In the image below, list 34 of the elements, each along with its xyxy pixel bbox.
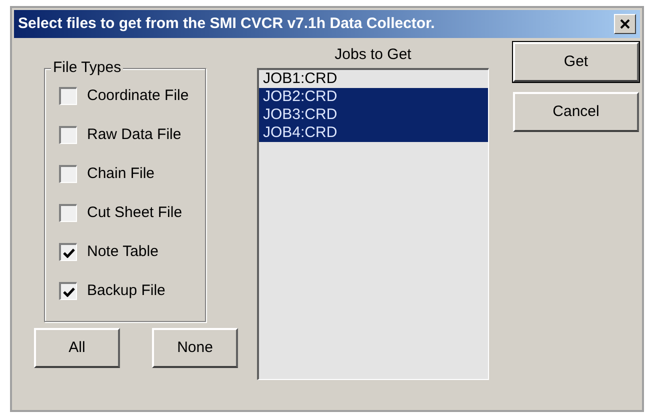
file-type-checkbox[interactable]: Cut Sheet File	[59, 202, 205, 224]
dialog-button[interactable]: Cancel	[513, 92, 639, 132]
checkbox[interactable]	[59, 204, 77, 222]
select-button[interactable]: All	[34, 328, 120, 368]
dialog-button[interactable]: Get	[513, 42, 639, 82]
checkbox-label: Cut Sheet File	[87, 202, 182, 223]
job-item[interactable]: JOB1:CRD	[259, 70, 488, 88]
checkbox[interactable]	[59, 243, 77, 261]
file-type-checkbox[interactable]: Coordinate File	[59, 85, 205, 107]
list-label: Jobs to Get	[334, 46, 412, 64]
checkbox-label: Note Table	[87, 242, 158, 262]
checkbox-label: Backup File	[87, 280, 166, 301]
checkbox-label: Chain File	[87, 164, 155, 184]
group-label: File Types	[51, 59, 124, 77]
checkbox[interactable]	[59, 282, 77, 300]
checkbox-label: Coordinate File	[87, 86, 189, 106]
window-title: Select files to get from the SMI CVCR v7.1h Data Collector.	[18, 14, 435, 34]
file-type-checkbox[interactable]: Backup File	[59, 280, 205, 302]
jobs-list[interactable]: JOB1:CRD JOB2:CRD JOB3:CRD JOB4:CRD	[257, 68, 489, 380]
job-item[interactable]: JOB4:CRD	[259, 124, 488, 142]
check-icon	[62, 286, 74, 296]
checkbox[interactable]	[59, 126, 77, 144]
file-type-checkbox[interactable]: Raw Data File	[59, 124, 205, 146]
job-item[interactable]: JOB3:CRD	[259, 106, 488, 124]
job-item[interactable]: JOB2:CRD	[259, 88, 488, 106]
check-icon	[62, 248, 74, 258]
checkbox[interactable]	[59, 87, 77, 105]
close-button[interactable]	[614, 14, 636, 34]
close-icon	[620, 19, 630, 29]
file-type-checkbox[interactable]: Note Table	[59, 241, 205, 263]
select-button[interactable]: None	[152, 328, 238, 368]
checkbox-label: Raw Data File	[87, 124, 182, 145]
file-type-checkbox[interactable]: Chain File	[59, 163, 205, 185]
checkbox[interactable]	[59, 165, 77, 183]
